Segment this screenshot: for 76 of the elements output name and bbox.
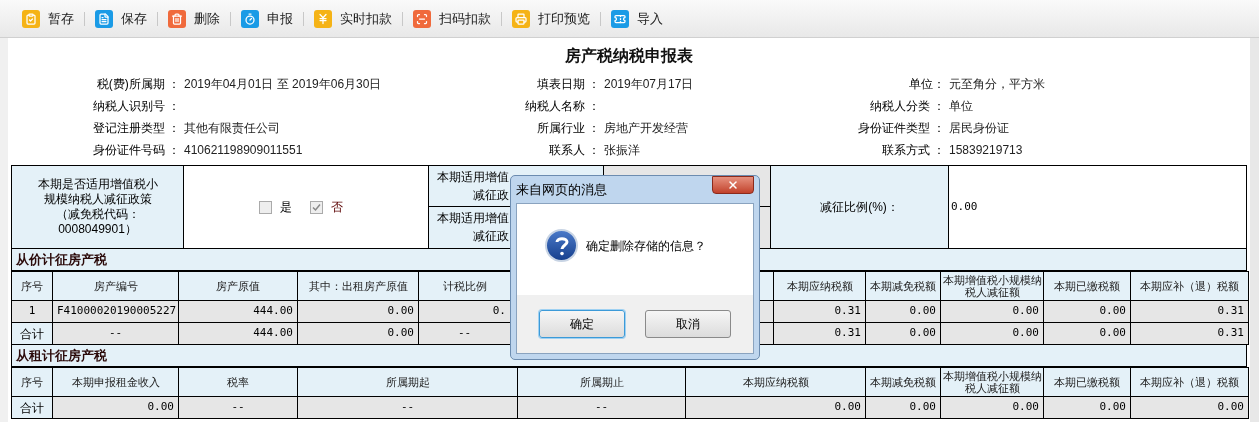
field-label: 纳税人识别号 ： — [91, 98, 180, 115]
toolbar-button[interactable]: 删除 — [166, 8, 222, 29]
close-button[interactable] — [712, 176, 754, 194]
table-cell: -- — [517, 396, 686, 419]
column-header: 本期减免税额 — [865, 367, 941, 397]
policy-label: 本期适用增值 — [437, 210, 509, 227]
dialog-button[interactable]: 取消 — [645, 310, 731, 338]
field-label: 联系人 ： — [547, 142, 600, 159]
policy-label: 本期适用增值 — [437, 169, 509, 186]
policy-label: 减征政 — [473, 228, 509, 245]
column-header: 所属期止 — [517, 367, 686, 397]
field-value: 元至角分，平方米 — [949, 77, 1045, 91]
column-header: 本期应纳税额 — [773, 271, 866, 301]
field-value: 其他有限责任公司 — [184, 121, 280, 135]
scrollbar[interactable] — [1250, 38, 1259, 422]
column-header: 计税比例 — [418, 271, 511, 301]
field-label: 单位： — [908, 76, 945, 93]
column-header: 本期减免税额 — [865, 271, 941, 301]
table-cell: 1 — [11, 300, 53, 323]
checkbox[interactable] — [259, 200, 272, 214]
table-cell: 合计 — [11, 396, 53, 419]
column-header: 本期已缴税额 — [1043, 271, 1131, 301]
form-title: 房产税纳税申报表 — [564, 46, 694, 66]
field-label: 纳税人分类 ： — [868, 98, 945, 115]
close-icon — [727, 179, 739, 191]
column-header: 房产编号 — [52, 271, 179, 301]
question-icon — [545, 229, 578, 262]
column-header: 其中：出租房产原值 — [297, 271, 419, 301]
table-cell: 合计 — [11, 322, 53, 345]
column-header: 本期增值税小规模纳税人减征额 — [940, 271, 1044, 301]
field-value: 2019年04月01日 至 2019年06月30日 — [184, 77, 382, 91]
field-label: 纳税人名称 ： — [523, 98, 600, 115]
ratio-value: 0.00 — [951, 198, 978, 215]
policy-label: 减征政 — [473, 187, 509, 204]
toolbar-button[interactable]: 打印预览 — [510, 8, 592, 29]
column-header: 本期应补（退）税额 — [1130, 271, 1249, 301]
field-value: 15839219713 — [949, 143, 1023, 157]
field-value: 居民身份证 — [949, 121, 1009, 135]
policy-question: 本期是否适用增值税小规模纳税人减征政策（减免税代码：0008049901） — [36, 177, 159, 237]
toolbar-button[interactable]: 保存 — [93, 8, 149, 29]
field-label: 联系方式 ： — [880, 142, 945, 159]
ratio-label: 减征比例(%)： — [820, 199, 899, 216]
column-header: 本期已缴税额 — [1043, 367, 1131, 397]
field-value: 2019年07月17日 — [604, 77, 694, 91]
table-cell: 0.00 — [685, 396, 866, 419]
table-cell: -- — [297, 396, 518, 419]
option-label: 是 — [280, 199, 292, 216]
column-header: 序号 — [11, 271, 53, 301]
toolbar-button[interactable]: 扫码扣款 — [411, 8, 493, 29]
toolbar-button[interactable]: 暂存 — [20, 8, 76, 29]
field-value: 410621198909011551 — [184, 143, 303, 157]
column-header: 房产原值 — [178, 271, 298, 301]
field-value: 房地产开发经营 — [604, 121, 688, 135]
column-header: 序号 — [11, 367, 53, 397]
field-label: 填表日期 ： — [535, 76, 600, 93]
toolbar-button[interactable]: 申报 — [239, 8, 295, 29]
field-value: 单位 — [949, 99, 973, 113]
toolbar-button[interactable]: 导入 — [609, 8, 665, 29]
field-label: 所属行业 ： — [535, 120, 600, 137]
column-header: 本期增值税小规模纳税人减征额 — [940, 367, 1044, 397]
toolbar-button[interactable]: 实时扣款 — [312, 8, 394, 29]
check-icon — [312, 202, 321, 212]
column-header: 本期应纳税额 — [685, 367, 866, 397]
field-label: 身份证件类型 ： — [856, 120, 945, 137]
dialog-title: 来自网页的消息 — [516, 180, 607, 199]
column-header: 税率 — [178, 367, 298, 397]
column-header: 本期应补（退）税额 — [1130, 367, 1249, 397]
field-label: 税(费)所属期 ： — [95, 76, 180, 93]
dialog-button[interactable]: 确定 — [539, 310, 625, 338]
field-value: 张振洋 — [604, 143, 640, 157]
field-label: 身份证件号码 ： — [91, 142, 180, 159]
column-header: 本期申报租金收入 — [52, 367, 179, 397]
field-label: 登记注册类型 ： — [91, 120, 180, 137]
option-label: 否 — [331, 199, 343, 216]
checkbox[interactable] — [310, 200, 323, 214]
column-header: 所属期起 — [297, 367, 518, 397]
